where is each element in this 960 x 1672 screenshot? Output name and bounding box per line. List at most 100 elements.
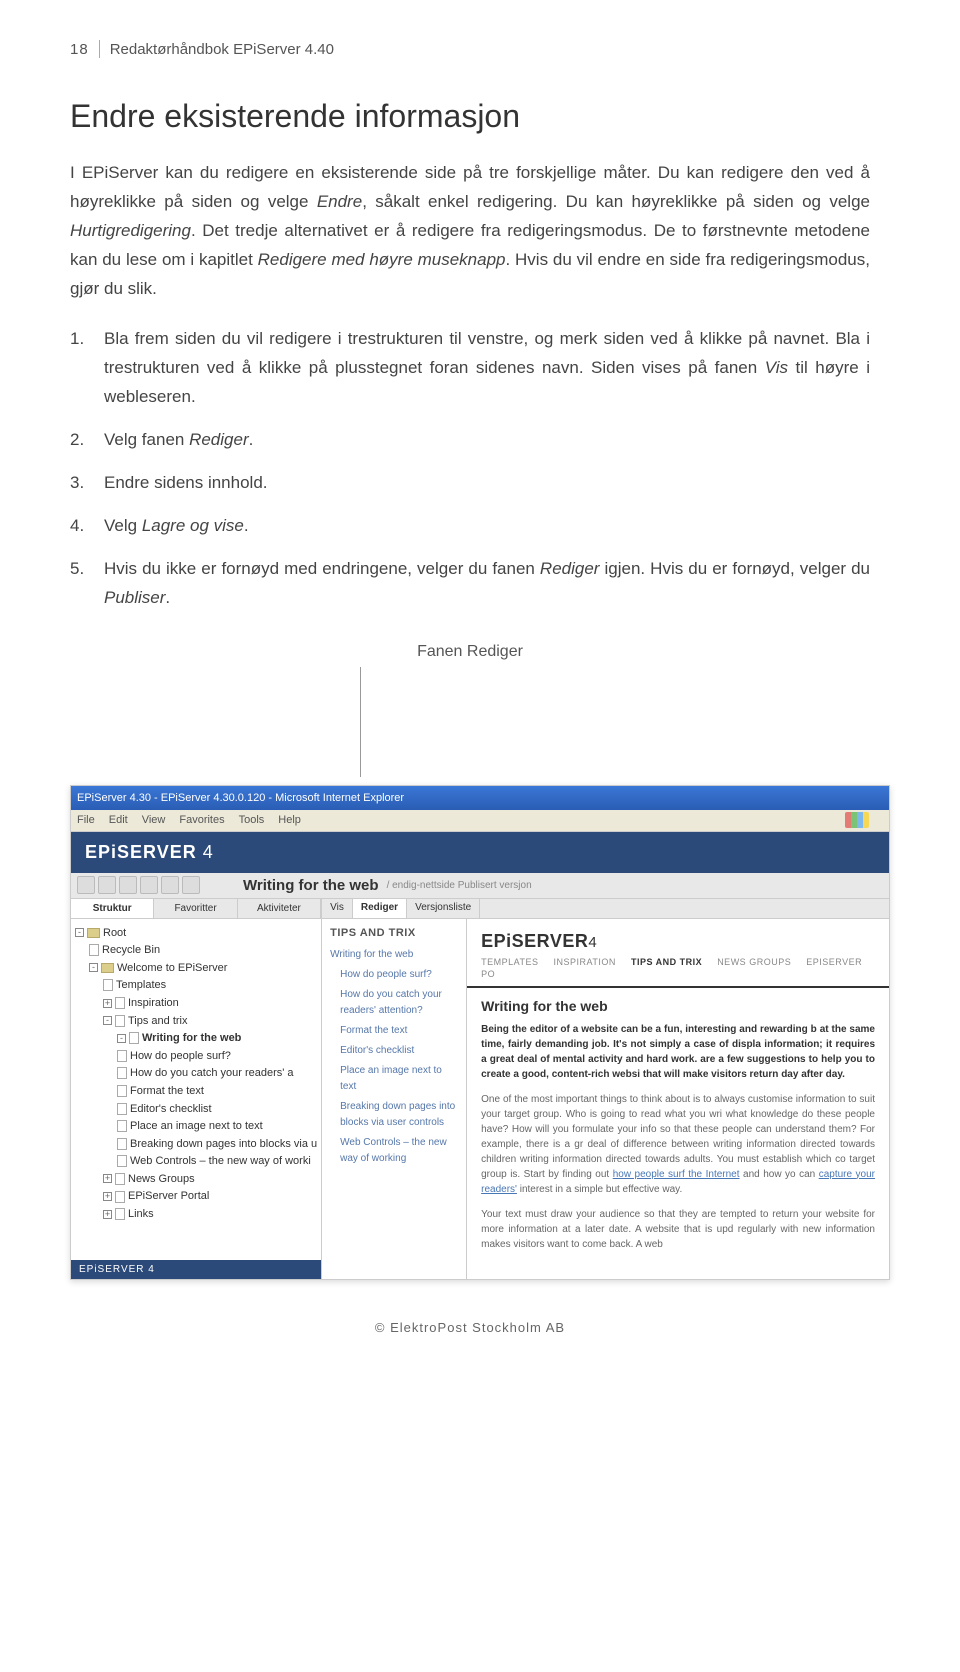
cnav-inspiration[interactable]: INSPIRATION [554, 957, 616, 967]
step-number: 1. [70, 325, 104, 412]
article-p3: Your text must draw your audience so tha… [481, 1207, 875, 1252]
tree-label: How do people surf? [130, 1050, 231, 1062]
left-tab-struktur[interactable]: Struktur [71, 899, 154, 918]
left-tab-aktiviteter[interactable]: Aktiviteter [238, 899, 321, 918]
step-number: 5. [70, 555, 104, 613]
expand-icon[interactable]: + [103, 1174, 112, 1183]
tree-node[interactable]: -Tips and trix [75, 1013, 317, 1031]
article-p1: Being the editor of a website can be a f… [481, 1022, 875, 1082]
tree-label: Writing for the web [142, 1032, 241, 1044]
mid-list-item[interactable]: Writing for the web [330, 945, 458, 965]
page-footer: © ElektroPost Stockholm AB [70, 1320, 870, 1335]
steps-list: 1.Bla frem siden du vil redigere i trest… [70, 325, 870, 612]
article-link[interactable]: how people surf the Internet [613, 1169, 740, 1180]
cnav-tips[interactable]: TIPS AND TRIX [631, 957, 702, 967]
tree-node[interactable]: How do people surf? [75, 1048, 317, 1066]
page-icon [103, 979, 113, 991]
expand-icon[interactable]: - [117, 1034, 126, 1043]
article-p2: One of the most important things to thin… [481, 1092, 875, 1197]
tree-label: Editor's checklist [130, 1103, 212, 1115]
intro-paragraph: I EPiServer kan du redigere en eksistere… [70, 159, 870, 303]
page-icon [117, 1067, 127, 1079]
menu-view[interactable]: View [142, 814, 166, 826]
expand-icon[interactable]: - [75, 928, 84, 937]
cnav-templates[interactable]: TEMPLATES [481, 957, 538, 967]
tree-node[interactable]: +Links [75, 1206, 317, 1224]
page-icon [117, 1155, 127, 1167]
cnav-news[interactable]: NEWS GROUPS [717, 957, 791, 967]
expand-icon[interactable]: + [103, 999, 112, 1008]
toolbar-icon[interactable] [140, 876, 158, 894]
tab-rediger[interactable]: Rediger [353, 899, 407, 918]
screenshot: EPiServer 4.30 - EPiServer 4.30.0.120 - … [70, 785, 890, 1280]
section-title: Endre eksisterende informasjon [70, 98, 870, 135]
tree-node[interactable]: Recycle Bin [75, 942, 317, 960]
tab-versjonsliste[interactable]: Versjonsliste [407, 899, 480, 918]
tree-node[interactable]: Web Controls – the new way of worki [75, 1153, 317, 1171]
expand-icon[interactable]: + [103, 1210, 112, 1219]
page-icon [115, 1191, 125, 1203]
expand-icon[interactable]: - [103, 1016, 112, 1025]
tree-label: Place an image next to text [130, 1120, 263, 1132]
toolbar-icon[interactable] [98, 876, 116, 894]
mid-list-item[interactable]: Editor's checklist [330, 1041, 458, 1061]
callout-line [360, 667, 361, 777]
tree-node[interactable]: + News Groups [75, 1171, 317, 1189]
expand-icon[interactable]: - [89, 963, 98, 972]
step-number: 3. [70, 469, 104, 498]
tree-node[interactable]: Editor's checklist [75, 1101, 317, 1119]
step-number: 2. [70, 426, 104, 455]
article-panel: EPiSERVER4 TEMPLATES INSPIRATION TIPS AN… [467, 919, 889, 1279]
tree-label: Web Controls – the new way of worki [130, 1155, 311, 1167]
menu-edit[interactable]: Edit [109, 814, 128, 826]
page-icon [129, 1032, 139, 1044]
toolbar-icon[interactable] [119, 876, 137, 894]
left-tab-favoritter[interactable]: Favoritter [154, 899, 237, 918]
tree-node[interactable]: Templates [75, 977, 317, 995]
step-item: 1.Bla frem siden du vil redigere i trest… [70, 325, 870, 412]
tree-node[interactable]: -Welcome to EPiServer [75, 960, 317, 978]
tree-node[interactable]: Place an image next to text [75, 1118, 317, 1136]
step-item: 2.Velg fanen Rediger. [70, 426, 870, 455]
page-icon [117, 1103, 127, 1115]
mid-list-item[interactable]: Breaking down pages into blocks via user… [330, 1097, 458, 1133]
page-tree[interactable]: - Root Recycle Bin-Welcome to EPiServerTem… [71, 919, 321, 1260]
step-item: 5.Hvis du ikke er fornøyd med endringene… [70, 555, 870, 613]
folder-icon [101, 963, 114, 973]
toolbar-icon[interactable] [161, 876, 179, 894]
toolbar-icon[interactable] [182, 876, 200, 894]
mid-list-item[interactable]: How do you catch your readers' attention… [330, 985, 458, 1021]
tree-label: How do you catch your readers' a [130, 1067, 294, 1079]
article-title: Writing for the web [481, 998, 875, 1014]
tree-node[interactable]: - Writing for the web [75, 1030, 317, 1048]
tree-node[interactable]: Breaking down pages into blocks via u [75, 1136, 317, 1154]
tree-node[interactable]: How do you catch your readers' a [75, 1065, 317, 1083]
tree-node[interactable]: - Root [75, 925, 317, 943]
step-text: Bla frem siden du vil redigere i trestru… [104, 325, 870, 412]
tree-label: Root [103, 927, 126, 939]
page-number: 18 [70, 41, 89, 58]
mid-list-item[interactable]: Format the text [330, 1021, 458, 1041]
step-number: 4. [70, 512, 104, 541]
mid-list-item[interactable]: Place an image next to text [330, 1061, 458, 1097]
tab-vis[interactable]: Vis [322, 899, 353, 918]
header-divider [99, 40, 100, 58]
mid-list-item[interactable]: Web Controls – the new way of working [330, 1133, 458, 1169]
tree-node[interactable]: Format the text [75, 1083, 317, 1101]
mid-list-item[interactable]: How do people surf? [330, 965, 458, 985]
tree-label: News Groups [128, 1173, 195, 1185]
step-item: 3.Endre sidens innhold. [70, 469, 870, 498]
toolbar-icon[interactable] [77, 876, 95, 894]
expand-icon[interactable]: + [103, 1192, 112, 1201]
menu-fav[interactable]: Favorites [179, 814, 224, 826]
tree-label: Inspiration [128, 997, 179, 1009]
left-footer: EPiSERVER 4 [71, 1260, 321, 1279]
content-logo: EPiSERVER4 [467, 919, 889, 956]
toolbar: Writing for the web / endig-nettside Pub… [71, 873, 889, 899]
content-nav: TEMPLATES INSPIRATION TIPS AND TRIX NEWS… [467, 956, 889, 988]
menu-help[interactable]: Help [278, 814, 301, 826]
tree-node[interactable]: +EPiServer Portal [75, 1188, 317, 1206]
menu-tools[interactable]: Tools [239, 814, 265, 826]
menu-file[interactable]: File [77, 814, 95, 826]
tree-node[interactable]: + Inspiration [75, 995, 317, 1013]
